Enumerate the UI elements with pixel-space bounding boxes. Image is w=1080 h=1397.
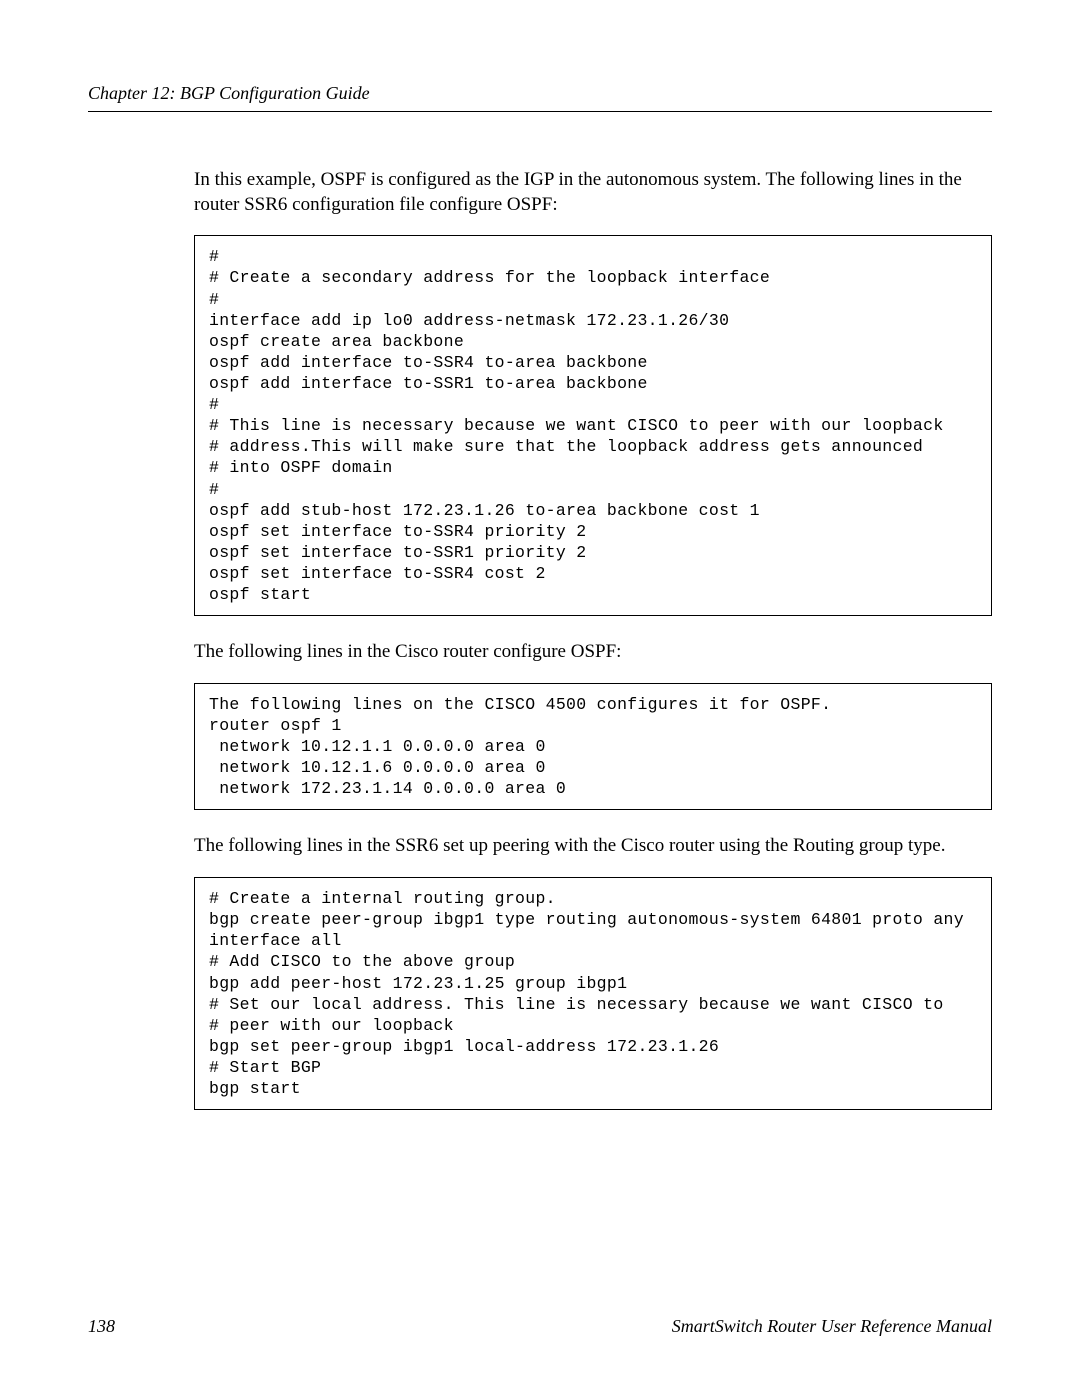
page-footer: 138 SmartSwitch Router User Reference Ma… xyxy=(88,1316,992,1337)
manual-title: SmartSwitch Router User Reference Manual xyxy=(672,1316,992,1337)
paragraph-peering: The following lines in the SSR6 set up p… xyxy=(194,834,992,859)
code-block-ospf-ssr6: # # Create a secondary address for the l… xyxy=(194,235,992,616)
paragraph-intro: In this example, OSPF is configured as t… xyxy=(194,168,992,217)
chapter-header: Chapter 12: BGP Configuration Guide xyxy=(88,83,992,104)
page: Chapter 12: BGP Configuration Guide In t… xyxy=(0,0,1080,1397)
header-rule xyxy=(88,111,992,112)
page-number: 138 xyxy=(88,1316,115,1337)
code-block-bgp-peering: # Create a internal routing group. bgp c… xyxy=(194,877,992,1110)
page-content: In this example, OSPF is configured as t… xyxy=(194,168,992,1110)
paragraph-cisco: The following lines in the Cisco router … xyxy=(194,640,992,665)
code-block-ospf-cisco: The following lines on the CISCO 4500 co… xyxy=(194,683,992,811)
